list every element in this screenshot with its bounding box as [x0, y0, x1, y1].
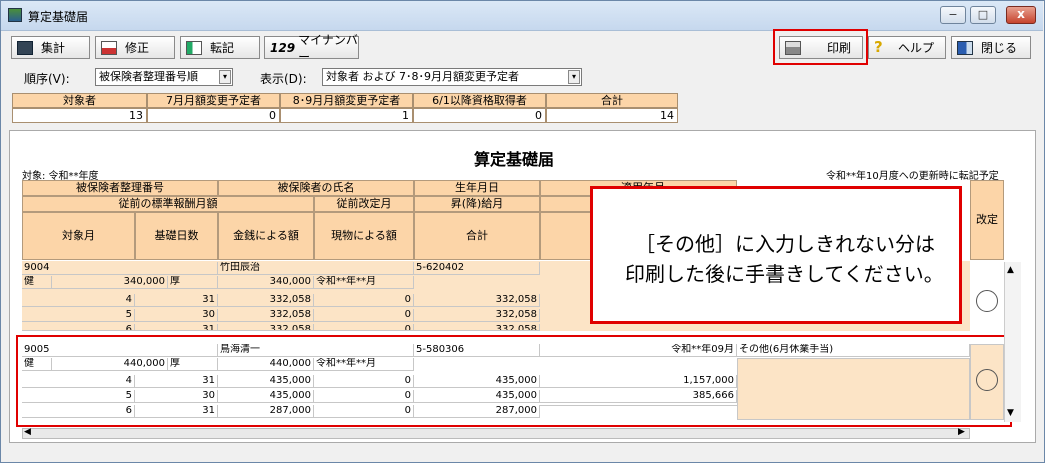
- edit-icon: [101, 40, 117, 55]
- record-rev: 令和**年**月: [314, 276, 414, 289]
- summary-value: 0: [413, 108, 546, 123]
- summary-value: 1: [280, 108, 413, 123]
- help-label: ヘルプ: [898, 41, 935, 55]
- record-std: 340,000: [218, 276, 314, 289]
- document-title: 算定基礎届: [474, 150, 555, 169]
- cell: 4: [22, 294, 135, 307]
- summary-value: 14: [546, 108, 678, 123]
- summary-value: 0: [147, 108, 280, 123]
- col-header: 被保険者の氏名: [218, 180, 414, 196]
- mynumber-button[interactable]: 129 マイナンバー: [264, 33, 359, 64]
- col-header: 現物による額: [314, 212, 414, 260]
- app-icon: [8, 8, 22, 22]
- calculator-icon: [17, 40, 33, 55]
- cell: 5: [22, 309, 135, 322]
- close-button[interactable]: 閉じる: [951, 36, 1031, 59]
- print-label: 印刷: [827, 41, 852, 55]
- display-label: 表示(D):: [260, 72, 307, 86]
- horizontal-scrollbar[interactable]: [22, 428, 970, 439]
- cell: 31: [135, 294, 218, 307]
- col-header: 被保険者整理番号: [22, 180, 218, 196]
- aggregate-button[interactable]: 集計: [11, 36, 90, 59]
- cell: 6: [22, 324, 135, 331]
- col-header: 基礎日数: [135, 212, 218, 260]
- scroll-down-icon[interactable]: ▼: [1007, 408, 1014, 418]
- record-birth: 5-620402: [414, 262, 540, 275]
- scroll-right-icon[interactable]: ▶: [958, 427, 965, 437]
- record-kind: 健: [22, 276, 52, 289]
- minimize-button[interactable]: −: [940, 6, 966, 24]
- aggregate-label: 集計: [41, 41, 66, 55]
- summary-header: 合計: [546, 93, 678, 108]
- cell: 332,058: [414, 294, 540, 307]
- record-std: 340,000: [52, 276, 168, 289]
- summary-header: 8･9月月額変更予定者: [280, 93, 413, 108]
- scroll-up-icon[interactable]: ▲: [1007, 265, 1014, 275]
- record-name: 竹田辰治: [218, 262, 414, 275]
- col-header: 昇(降)給月: [414, 196, 540, 212]
- cell: 332,058: [414, 324, 540, 331]
- exit-door-icon: [957, 40, 973, 55]
- record-no: 9004: [22, 262, 218, 275]
- title-bar: [1, 1, 1043, 31]
- revise-circle[interactable]: [976, 290, 998, 312]
- cell: 30: [135, 309, 218, 322]
- help-button[interactable]: ? ヘルプ: [868, 36, 946, 59]
- transfer-icon: [186, 40, 202, 55]
- display-value: 対象者 および 7･8･9月月額変更予定者: [326, 70, 519, 83]
- transfer-button[interactable]: 転記: [180, 36, 260, 59]
- summary-header: 7月月額変更予定者: [147, 93, 280, 108]
- display-select[interactable]: 対象者 および 7･8･9月月額変更予定者 ▾: [322, 68, 582, 86]
- print-button[interactable]: 印刷: [779, 36, 863, 59]
- col-header: 改定: [970, 180, 1004, 260]
- vertical-scrollbar[interactable]: [1004, 262, 1021, 422]
- close-label: 閉じる: [981, 41, 1018, 55]
- transfer-label: 転記: [210, 41, 235, 55]
- cell: 0: [314, 324, 414, 331]
- summary-header: 対象者: [12, 93, 147, 108]
- col-header: 従前の標準報酬月額: [22, 196, 314, 212]
- order-value: 被保険者整理番号順: [99, 70, 198, 83]
- cell: 332,058: [218, 309, 314, 322]
- col-header: 合計: [414, 212, 540, 260]
- cell: 31: [135, 324, 218, 331]
- cell: 0: [314, 294, 414, 307]
- scroll-left-icon[interactable]: ◀: [24, 427, 31, 437]
- cell: 0: [314, 309, 414, 322]
- col-header: 生年月日: [414, 180, 540, 196]
- order-select[interactable]: 被保険者整理番号順 ▾: [95, 68, 233, 86]
- summary-value: 13: [12, 108, 147, 123]
- mynumber-icon: 129: [270, 40, 296, 55]
- cell: 332,058: [218, 324, 314, 331]
- printer-icon: [785, 40, 801, 55]
- col-header: 従前改定月: [314, 196, 414, 212]
- instruction-callout: ［その他］に入力しきれない分は 印刷した後に手書きしてください。: [590, 186, 962, 324]
- edit-button[interactable]: 修正: [95, 36, 175, 59]
- cell: 332,058: [414, 309, 540, 322]
- maximize-button[interactable]: □: [970, 6, 996, 24]
- mynumber-label: マイナンバー: [298, 32, 358, 64]
- record-kind2: 厚: [168, 276, 218, 289]
- cell: 332,058: [218, 294, 314, 307]
- chevron-down-icon: ▾: [568, 70, 580, 84]
- order-label: 順序(V):: [24, 72, 70, 86]
- edit-label: 修正: [125, 41, 150, 55]
- window-title: 算定基礎届: [28, 10, 89, 24]
- chevron-down-icon: ▾: [219, 70, 231, 84]
- col-header: 金銭による額: [218, 212, 314, 260]
- col-header: 対象月: [22, 212, 135, 260]
- summary-header: 6/1以降資格取得者: [413, 93, 546, 108]
- callout-line: ［その他］に入力しきれない分は: [635, 232, 935, 256]
- help-icon: ?: [874, 37, 883, 56]
- callout-line: 印刷した後に手書きしてください。: [625, 262, 944, 286]
- close-window-button[interactable]: x: [1006, 6, 1036, 24]
- record-highlight: [16, 335, 1012, 427]
